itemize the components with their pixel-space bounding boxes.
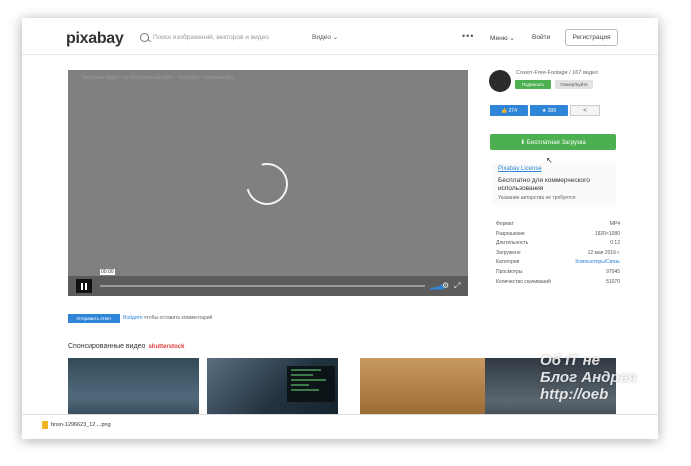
loading-spinner-icon	[238, 155, 296, 213]
time-display: 00:00	[100, 269, 115, 275]
avatar[interactable]	[489, 70, 511, 92]
video-title: Загрузка видео на бесплатный сайт · Ноут…	[82, 75, 234, 81]
download-item[interactable]: bnsn-1296623_12....png	[42, 421, 111, 429]
pixabay-logo[interactable]: pixabay	[66, 30, 124, 48]
progress-bar[interactable]	[100, 285, 425, 287]
login-link-comment[interactable]: Войдите	[123, 315, 143, 321]
category-link[interactable]: Компьютеры/Связь	[575, 259, 620, 269]
share-icon[interactable]: <	[570, 105, 600, 116]
info-row: Разрешение 1920×1080	[496, 230, 620, 237]
free-download-button[interactable]: ⬇ Бесплатная Загрузка	[490, 134, 616, 150]
video-player[interactable]: Загрузка видео на бесплатный сайт · Ноут…	[68, 70, 468, 296]
license-box: Pixabay License Бесплатно для коммерческ…	[492, 163, 616, 205]
sponsored-heading: Спонсированные видео shutterstock	[68, 343, 185, 350]
register-button[interactable]: Регистрация	[565, 29, 618, 46]
like-button[interactable]: 👍 274	[490, 105, 528, 116]
attribution-text: Указание авторства не требуется	[498, 195, 576, 201]
author-info[interactable]: Coverr-Free-Footage / 167 видео	[516, 70, 598, 76]
comment-prompt: Войдите чтобы оставить комментарий	[123, 315, 213, 321]
info-row: Загружено 12 мая 2016 г.	[496, 249, 620, 256]
license-text: Бесплатно для коммерческого использовани…	[498, 177, 590, 192]
media-type-select[interactable]: Видео ⌄	[312, 33, 338, 41]
site-header: pixabay Поиск изображений, векторов и ви…	[22, 18, 658, 55]
file-icon	[42, 421, 48, 429]
player-controls: 00:00 ▂▃▅ ⚙ ⤢	[68, 269, 468, 296]
download-bar: bnsn-1296623_12....png	[22, 414, 658, 439]
shutterstock-logo[interactable]: shutterstock	[148, 344, 184, 350]
info-row: Просмотры 97045	[496, 268, 620, 275]
search-icon	[140, 32, 149, 42]
more-icon[interactable]: •••	[462, 31, 474, 41]
login-link[interactable]: Войти	[532, 34, 550, 41]
info-row: Категория Компьютеры/Связь	[496, 259, 620, 269]
comment-submit-button[interactable]: Отправить ответ	[68, 314, 120, 323]
video-info-table: Формат MP4 Разрешение 1920×1080 Длительнос…	[496, 221, 620, 288]
pause-button[interactable]	[76, 279, 92, 293]
watermark: Об IT не Блог Андрея http://oeb	[540, 352, 637, 403]
info-row: Количество скачиваний 51070	[496, 278, 620, 285]
fullscreen-icon[interactable]: ⤢	[454, 281, 460, 291]
menu-button[interactable]: Меню ⌄	[490, 34, 515, 42]
info-row: Длительность 0:12	[496, 240, 620, 247]
subscribe-button[interactable]: Подписать	[515, 80, 551, 89]
code-screen	[287, 366, 335, 402]
search-input[interactable]: Поиск изображений, векторов и видео	[153, 34, 269, 41]
license-link[interactable]: Pixabay License	[498, 166, 542, 172]
gear-icon[interactable]: ⚙	[442, 281, 449, 290]
info-row: Формат MP4	[496, 221, 620, 227]
favorite-button[interactable]: ★ 306	[530, 105, 568, 116]
donate-button[interactable]: Пожертвуйте	[555, 80, 593, 89]
